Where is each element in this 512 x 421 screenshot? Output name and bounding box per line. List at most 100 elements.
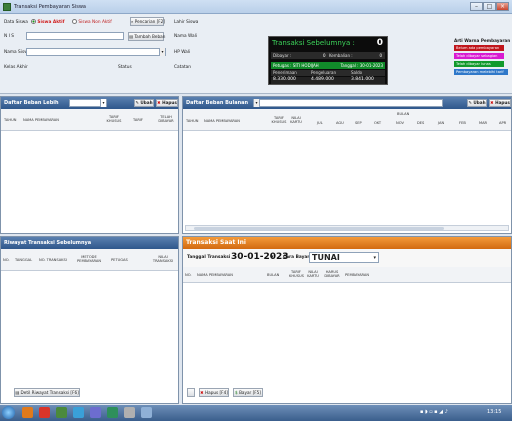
hapus-bulanan-button[interactable]: ✖ Hapus xyxy=(489,99,511,107)
detil-riwayat-button[interactable]: ▤ Detil Riwayat Transaksi [F6] xyxy=(14,388,80,397)
maximize-button[interactable]: □ xyxy=(483,2,496,11)
hapus-lebih-button[interactable]: ✖ Hapus xyxy=(156,99,178,107)
col-no-transaksi: NO. TRANSAKSI xyxy=(39,258,67,262)
hp-wali-label: HP Wali xyxy=(174,50,191,55)
bayar-button[interactable]: $ Bayar [F5] xyxy=(233,388,263,397)
cara-bayar-label: Cara Bayar xyxy=(283,255,310,260)
nama-wali-label: Nama Wali xyxy=(174,34,198,39)
beban-bulanan-title: Daftar Beban Bulanan xyxy=(186,100,249,106)
app-icon-3[interactable] xyxy=(90,407,101,418)
close-button[interactable]: × xyxy=(496,2,509,11)
window-title-bar: Transaksi Pembayaran Siswa – □ × xyxy=(0,0,512,14)
nama-siswa-select[interactable]: ▾ xyxy=(26,48,166,56)
col-bulan: BULAN xyxy=(397,112,410,116)
delete-icon: ✖ xyxy=(157,100,161,105)
beban-lebih-title: Daftar Beban Lebih xyxy=(4,100,59,106)
transaksi-title: Transaksi Saat Ini xyxy=(183,237,511,249)
hapus-transaksi-button[interactable]: ✖ Hapus [F4] xyxy=(199,388,229,397)
extra-icon-button[interactable] xyxy=(187,388,195,397)
lahir-siswa-label: Lahir Siswa xyxy=(174,20,199,25)
start-button[interactable] xyxy=(2,406,15,419)
kembalian-value: 0 xyxy=(379,53,382,58)
catatan-label: Catatan xyxy=(174,65,191,70)
dibayar-value: 0 xyxy=(323,53,326,58)
chevron-down-icon: ▾ xyxy=(254,99,260,107)
summary-box: Transaksi Sebelumnya : 0 Dibayar : 0 Kem… xyxy=(268,36,388,85)
data-siswa-label: Data Siswa xyxy=(4,20,28,25)
kembalian-label: Kembalian : xyxy=(329,53,353,58)
chevron-down-icon: ▾ xyxy=(100,99,106,107)
riwayat-panel: Riwayat Transaksi Sebelumnya NO. TANGGAL… xyxy=(0,236,179,404)
radio-siswa-non-aktif[interactable]: Siswa Non Aktif xyxy=(72,19,112,25)
chevron-down-icon: ▾ xyxy=(159,48,165,56)
nis-input[interactable] xyxy=(26,32,124,40)
app-icon-4[interactable] xyxy=(107,407,118,418)
legend-item-lunas: Telah dibayar lunas xyxy=(454,61,504,67)
col-bulan: BULAN xyxy=(267,273,280,277)
dibayar-label: Dibayar : xyxy=(273,53,292,58)
horizontal-scrollbar[interactable] xyxy=(185,225,509,231)
transaksi-panel: Transaksi Saat Ini Tanggal Transaksi 30-… xyxy=(182,236,512,404)
riwayat-title: Riwayat Transaksi Sebelumnya xyxy=(1,237,178,249)
col-nama-pembayaran: NAMA PEMBAYARAN xyxy=(204,119,240,123)
app-icon-5[interactable] xyxy=(124,407,135,418)
date-dropdown-icon[interactable]: ▾ xyxy=(271,254,274,260)
col-month-nov: NOV xyxy=(396,121,404,125)
ubah-bulanan-button[interactable]: ✎ Ubah xyxy=(467,99,487,107)
col-month-des: DES xyxy=(417,121,425,125)
pencarian-button[interactable]: ⌕ Pencarian [F2] xyxy=(130,17,165,26)
beban-bulanan-select[interactable]: ▾ xyxy=(253,99,443,107)
col-month-apr: APR xyxy=(499,121,507,125)
saldo-label: Saldo xyxy=(351,70,363,75)
beban-bulanan-panel: Daftar Beban Bulanan ▾ ✎ Ubah ✖ Hapus TA… xyxy=(182,96,512,234)
search-icon: ⌕ xyxy=(131,19,134,24)
system-tray: ▪ ◗ ▫ ▪ ◢ ♪ xyxy=(420,409,476,417)
edit-icon: ✎ xyxy=(135,100,139,105)
col-tanggal: TANGGAL xyxy=(15,258,33,262)
penerimaan-value: 8.330.000 xyxy=(273,77,296,82)
student-form: Data Siswa Siswa Aktif Siswa Non Aktif ⌕… xyxy=(0,14,512,94)
taskbar: ▪ ◗ ▫ ▪ ◢ ♪ 13:15 xyxy=(0,405,512,421)
explorer-icon[interactable] xyxy=(22,407,33,418)
edit-icon: ✎ xyxy=(468,100,472,105)
col-metode-pembayaran: METODE PEMBAYARAN xyxy=(77,255,102,263)
penerimaan-label: Penerimaan xyxy=(273,70,297,75)
radio-siswa-aktif[interactable]: Siswa Aktif xyxy=(31,19,64,25)
col-month-agu: AGU xyxy=(336,121,344,125)
beban-lebih-panel: Daftar Beban Lebih ▾ ✎ Ubah ✖ Hapus TAHU… xyxy=(0,96,179,234)
col-nama-pembayaran: NAMA PEMBAYARAN xyxy=(197,273,233,277)
col-petugas: PETUGAS xyxy=(111,258,128,262)
app-icon-2[interactable] xyxy=(73,407,84,418)
chevron-down-icon: ▾ xyxy=(373,255,376,261)
col-tarif-khusus: TARIF KHUSUS xyxy=(289,270,304,278)
tambah-beban-button[interactable]: ▤ Tambah Beban xyxy=(128,32,165,41)
status-label: Status xyxy=(118,65,132,70)
col-tahun: TAHUN xyxy=(4,118,17,122)
window-controls: – □ × xyxy=(470,2,510,12)
col-month-jan: JAN xyxy=(438,121,445,125)
beban-lebih-select[interactable]: ▾ xyxy=(69,99,107,107)
beban-bulanan-header: TAHUN NAMA PEMBAYARAN TARIF KHUSUS NILAI… xyxy=(183,109,511,131)
col-telah-dibayar: TELAH DIBAYAR xyxy=(158,115,174,123)
col-month-mar: MAR xyxy=(479,121,488,125)
tanggal-transaksi-value[interactable]: 30-01-2023 xyxy=(231,252,289,262)
scrollbar-thumb[interactable] xyxy=(194,227,444,230)
window-title: Transaksi Pembayaran Siswa xyxy=(14,4,86,10)
cara-bayar-select[interactable]: TUNAI ▾ xyxy=(309,252,379,263)
app-icon-6[interactable] xyxy=(141,407,152,418)
legend-item-sebagian: Telah dibayar sebagian xyxy=(454,53,504,59)
col-harus-dibayar: HARUS DIBAYAR xyxy=(324,270,340,278)
app-icon-1[interactable] xyxy=(56,407,67,418)
col-month-feb: FEB xyxy=(459,121,466,125)
summary-title: Transaksi Sebelumnya : xyxy=(272,39,355,47)
petugas-text: Petugas : SITI HODIJAH xyxy=(273,63,319,68)
browser-icon[interactable] xyxy=(39,407,50,418)
delete-icon: ✖ xyxy=(490,100,494,105)
ubah-lebih-button[interactable]: ✎ Ubah xyxy=(134,99,154,107)
col-month-sep: SEP xyxy=(355,121,362,125)
tray-icons[interactable]: ▪ ◗ ▫ ▪ ◢ ♪ xyxy=(420,409,448,415)
minimize-button[interactable]: – xyxy=(470,2,483,11)
tanggal-transaksi-label: Tanggal Transaksi xyxy=(187,255,231,260)
col-nilai-kartu: NILAI KARTU xyxy=(307,270,319,278)
col-tahun: TAHUN xyxy=(186,119,199,123)
